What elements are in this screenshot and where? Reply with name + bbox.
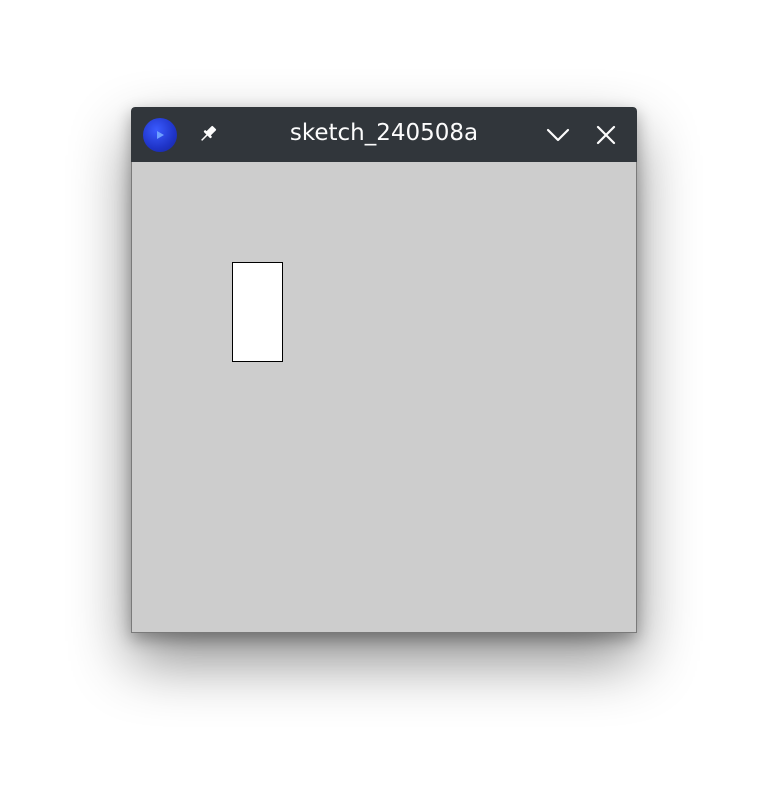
sketch-window: sketch_240508a <box>131 107 637 633</box>
minimize-button[interactable] <box>544 121 572 149</box>
title-bar[interactable]: sketch_240508a <box>131 107 637 162</box>
sketch-canvas[interactable] <box>131 162 637 633</box>
close-button[interactable] <box>592 121 620 149</box>
play-icon <box>157 131 164 139</box>
sketch-rectangle <box>232 262 283 362</box>
chevron-down-icon <box>546 128 570 142</box>
window-title: sketch_240508a <box>289 120 479 146</box>
pin-button[interactable] <box>195 121 221 147</box>
pin-icon <box>201 125 217 141</box>
processing-app-icon[interactable] <box>143 118 177 152</box>
close-icon <box>596 125 616 145</box>
